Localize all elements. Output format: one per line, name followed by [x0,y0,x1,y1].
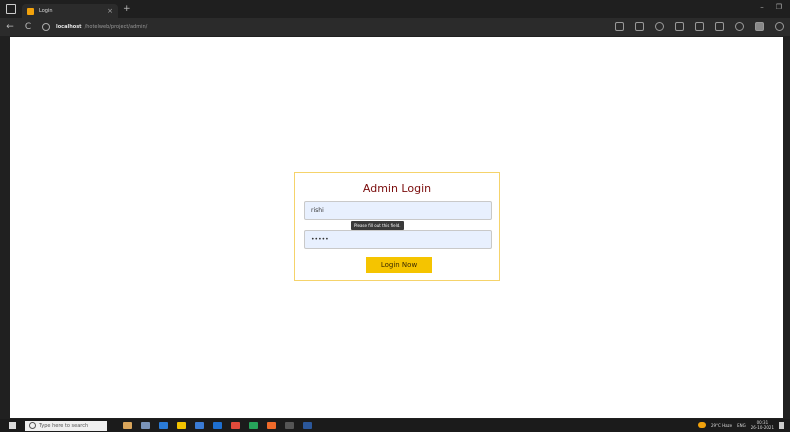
edge-icon[interactable] [159,422,168,429]
widgets-icon[interactable] [123,422,132,429]
refresh-button[interactable]: C [20,22,36,32]
favorite-icon[interactable] [635,22,644,31]
taskbar-search-placeholder: Type here to search [39,422,89,429]
weather-text: 29°C Haze [710,422,733,428]
extension-icon[interactable] [735,22,744,31]
search-icon [29,422,36,429]
read-aloud-icon[interactable] [615,22,624,31]
taskbar-apps [123,422,312,429]
clock[interactable]: 00:31 26-10-2021 [751,420,774,430]
file-explorer-icon[interactable] [177,422,186,429]
admin-login-card: Admin Login Please fill out this field. … [294,172,500,281]
xampp-icon[interactable] [267,422,276,429]
tab-actions-icon[interactable] [6,4,16,14]
window-controls: – ❐ [760,3,782,11]
browser-toolbar: ← C localhost /hotelweb/project/admin/ [0,18,790,36]
tab-title: Login [39,8,53,14]
mail-icon[interactable] [213,422,222,429]
username-input[interactable] [304,201,492,220]
browser-toolbar-icons [615,22,784,31]
task-view-icon[interactable] [141,422,150,429]
language-indicator[interactable]: ENG [737,423,746,428]
address-bar[interactable]: localhost /hotelweb/project/admin/ [42,21,642,33]
minimize-button[interactable]: – [760,3,764,11]
back-button[interactable]: ← [2,22,18,32]
profile-avatar[interactable] [755,22,764,31]
whatsapp-icon[interactable] [249,422,258,429]
collections-icon[interactable] [715,22,724,31]
login-title: Admin Login [362,182,432,195]
login-now-button[interactable]: Login Now [366,257,432,273]
clock-date: 26-10-2021 [750,425,774,430]
browser-tab-login[interactable]: Login × [22,4,118,18]
chrome-icon[interactable] [231,422,240,429]
terminal-icon[interactable] [285,422,294,429]
site-info-icon[interactable] [42,23,50,31]
url-path: /hotelweb/project/admin/ [84,24,148,30]
system-tray: 29°C Haze ENG 00:31 26-10-2021 [697,420,784,430]
validation-tooltip: Please fill out this field. [351,221,404,230]
browser-tab-strip: Login × + – ❐ [0,0,790,18]
word-icon[interactable] [303,422,312,429]
windows-taskbar: Type here to search 29°C Haze ENG 00:31 … [0,419,790,432]
taskbar-search[interactable]: Type here to search [25,420,107,431]
refresh-extension-icon[interactable] [655,22,664,31]
new-tab-button[interactable]: + [123,4,131,14]
split-screen-icon[interactable] [675,22,684,31]
more-menu-icon[interactable] [775,22,784,31]
password-input[interactable] [304,230,492,249]
start-icon[interactable] [9,422,16,429]
url-host: localhost [56,24,82,30]
page-viewport: Admin Login Please fill out this field. … [10,37,783,418]
tab-favicon-icon [27,7,34,15]
favorites-icon[interactable] [695,22,704,31]
weather-icon[interactable] [697,422,706,428]
store-icon[interactable] [195,422,204,429]
notification-icon[interactable] [779,421,784,429]
tab-close-icon[interactable]: × [107,7,113,15]
maximize-button[interactable]: ❐ [776,3,782,11]
